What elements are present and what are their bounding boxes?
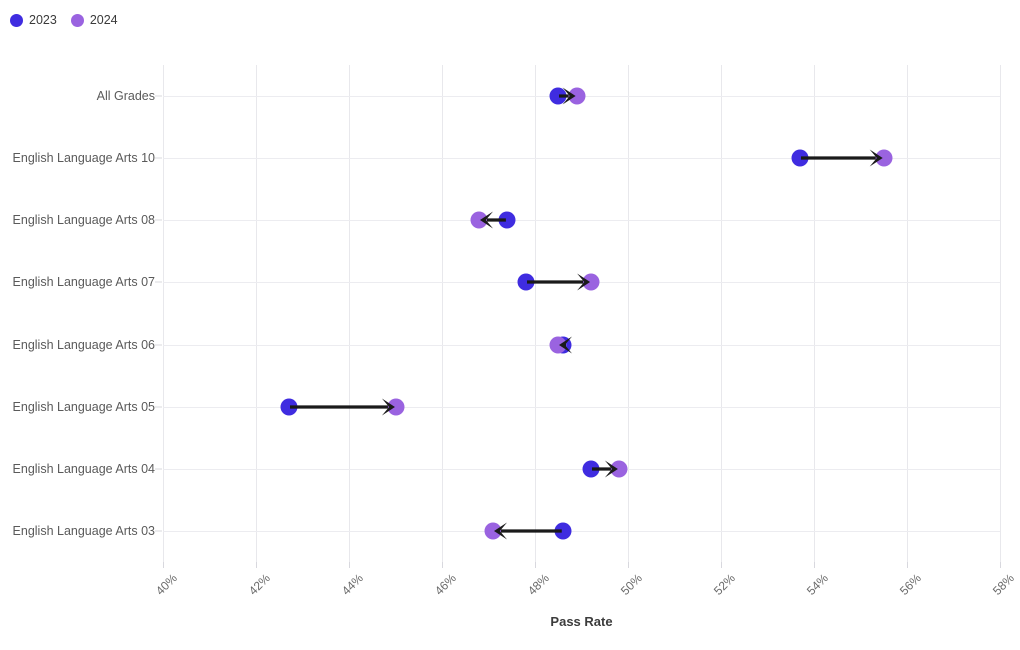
y-axis-tick-label: English Language Arts 05 <box>12 399 155 414</box>
y-axis-tick-label: All Grades <box>96 89 155 104</box>
gridline-vertical <box>721 65 722 562</box>
x-axis-tick-mark <box>163 562 164 568</box>
x-axis-labels: 40% 42% 44% 46% 48% 50% 52% 54% 56% 58% <box>0 562 1020 612</box>
gridline-vertical <box>628 65 629 562</box>
data-point-2023[interactable] <box>498 211 516 229</box>
legend-item-2023[interactable]: 2023 <box>10 12 57 27</box>
data-point-2023[interactable] <box>517 273 535 291</box>
y-axis-tick-label: English Language Arts 04 <box>12 461 155 476</box>
gridline-vertical <box>442 65 443 562</box>
data-point-2024[interactable] <box>549 336 567 354</box>
x-axis-tick-label: 56% <box>897 571 924 598</box>
data-point-2024[interactable] <box>484 522 502 540</box>
x-axis-tick-label: 58% <box>990 571 1017 598</box>
gridline-horizontal <box>163 220 1000 222</box>
x-axis-tick-label: 48% <box>525 571 552 598</box>
gridline-vertical <box>163 65 164 562</box>
y-axis-tick-mark <box>155 281 162 283</box>
data-point-2024[interactable] <box>582 273 600 291</box>
x-axis-tick-mark <box>349 562 350 568</box>
legend-label: 2023 <box>29 12 57 27</box>
x-axis-tick-mark <box>256 562 257 568</box>
gridline-vertical <box>535 65 536 562</box>
x-axis-tick-mark <box>442 562 443 568</box>
x-axis-tick-mark <box>814 562 815 568</box>
x-axis-tick-label: 46% <box>432 571 459 598</box>
data-point-2024[interactable] <box>470 211 488 229</box>
gridline-horizontal <box>163 530 1000 532</box>
data-point-2024[interactable] <box>568 87 586 105</box>
y-axis-tick-mark <box>155 406 162 408</box>
x-axis-tick-label: 50% <box>618 571 645 598</box>
y-axis-labels: All Grades English Language Arts 10 Englis… <box>0 65 162 562</box>
gridline-vertical <box>907 65 908 562</box>
y-axis-tick-label: English Language Arts 06 <box>12 337 155 352</box>
y-axis-tick-mark <box>155 468 162 470</box>
y-axis-tick-mark <box>155 530 162 532</box>
gridline-horizontal <box>163 344 1000 346</box>
data-point-2024[interactable] <box>875 149 893 167</box>
plot-area <box>163 65 1001 562</box>
x-axis-tick-mark <box>535 562 536 568</box>
legend-label: 2024 <box>89 12 118 27</box>
legend-item-2024[interactable]: 2024 <box>70 12 118 27</box>
x-axis-tick-mark <box>1000 562 1001 568</box>
gridline-vertical <box>1000 65 1001 562</box>
x-axis-tick-label: 42% <box>246 571 273 598</box>
y-axis-tick-label: English Language Arts 03 <box>12 523 155 538</box>
data-point-2023[interactable] <box>582 460 600 478</box>
y-axis-tick-label: English Language Arts 08 <box>12 213 155 228</box>
y-axis-tick-mark <box>155 95 162 97</box>
x-axis-title: Pass Rate <box>550 614 613 629</box>
x-axis-tick-label: 54% <box>804 571 831 598</box>
y-axis-tick-mark <box>155 344 162 346</box>
y-axis-tick-label: English Language Arts 07 <box>12 275 155 290</box>
gridline-vertical <box>814 65 815 562</box>
data-point-2023[interactable] <box>549 87 567 105</box>
y-axis-tick-mark <box>155 219 162 221</box>
circle-marker-icon <box>10 13 23 27</box>
data-point-2024[interactable] <box>610 460 628 478</box>
gridline-vertical <box>349 65 350 562</box>
x-axis-tick-label: 52% <box>711 571 738 598</box>
x-axis-tick-label: 40% <box>153 571 180 598</box>
gridline-vertical <box>256 65 257 562</box>
data-point-2023[interactable] <box>554 522 572 540</box>
data-point-2023[interactable] <box>280 398 298 416</box>
y-axis-tick-mark <box>155 157 162 159</box>
data-point-2024[interactable] <box>387 398 404 416</box>
circle-marker-icon <box>70 13 84 27</box>
dumbbell-chart: 2023 2024 All Grades English Language Arts… <box>0 0 1020 650</box>
x-axis-tick-mark <box>628 562 629 568</box>
x-axis-tick-label: 44% <box>339 571 366 598</box>
x-axis-tick-mark <box>907 562 908 568</box>
data-point-2023[interactable] <box>791 149 809 167</box>
chart-legend: 2023 2024 <box>10 10 118 30</box>
x-axis-tick-mark <box>721 562 722 568</box>
y-axis-tick-label: English Language Arts 10 <box>12 151 155 166</box>
